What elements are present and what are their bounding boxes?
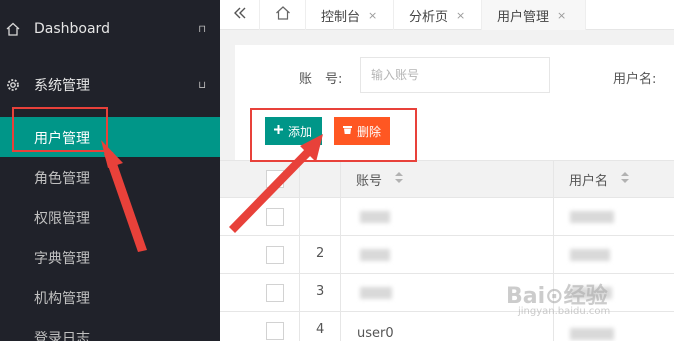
watermark-url: jingyan.baidu.com (518, 306, 611, 317)
app-window: Dashboard ⊓ 系统管理 ⊔ 用户管理 角色管理 权限管理 字典管理 机… (0, 0, 674, 341)
